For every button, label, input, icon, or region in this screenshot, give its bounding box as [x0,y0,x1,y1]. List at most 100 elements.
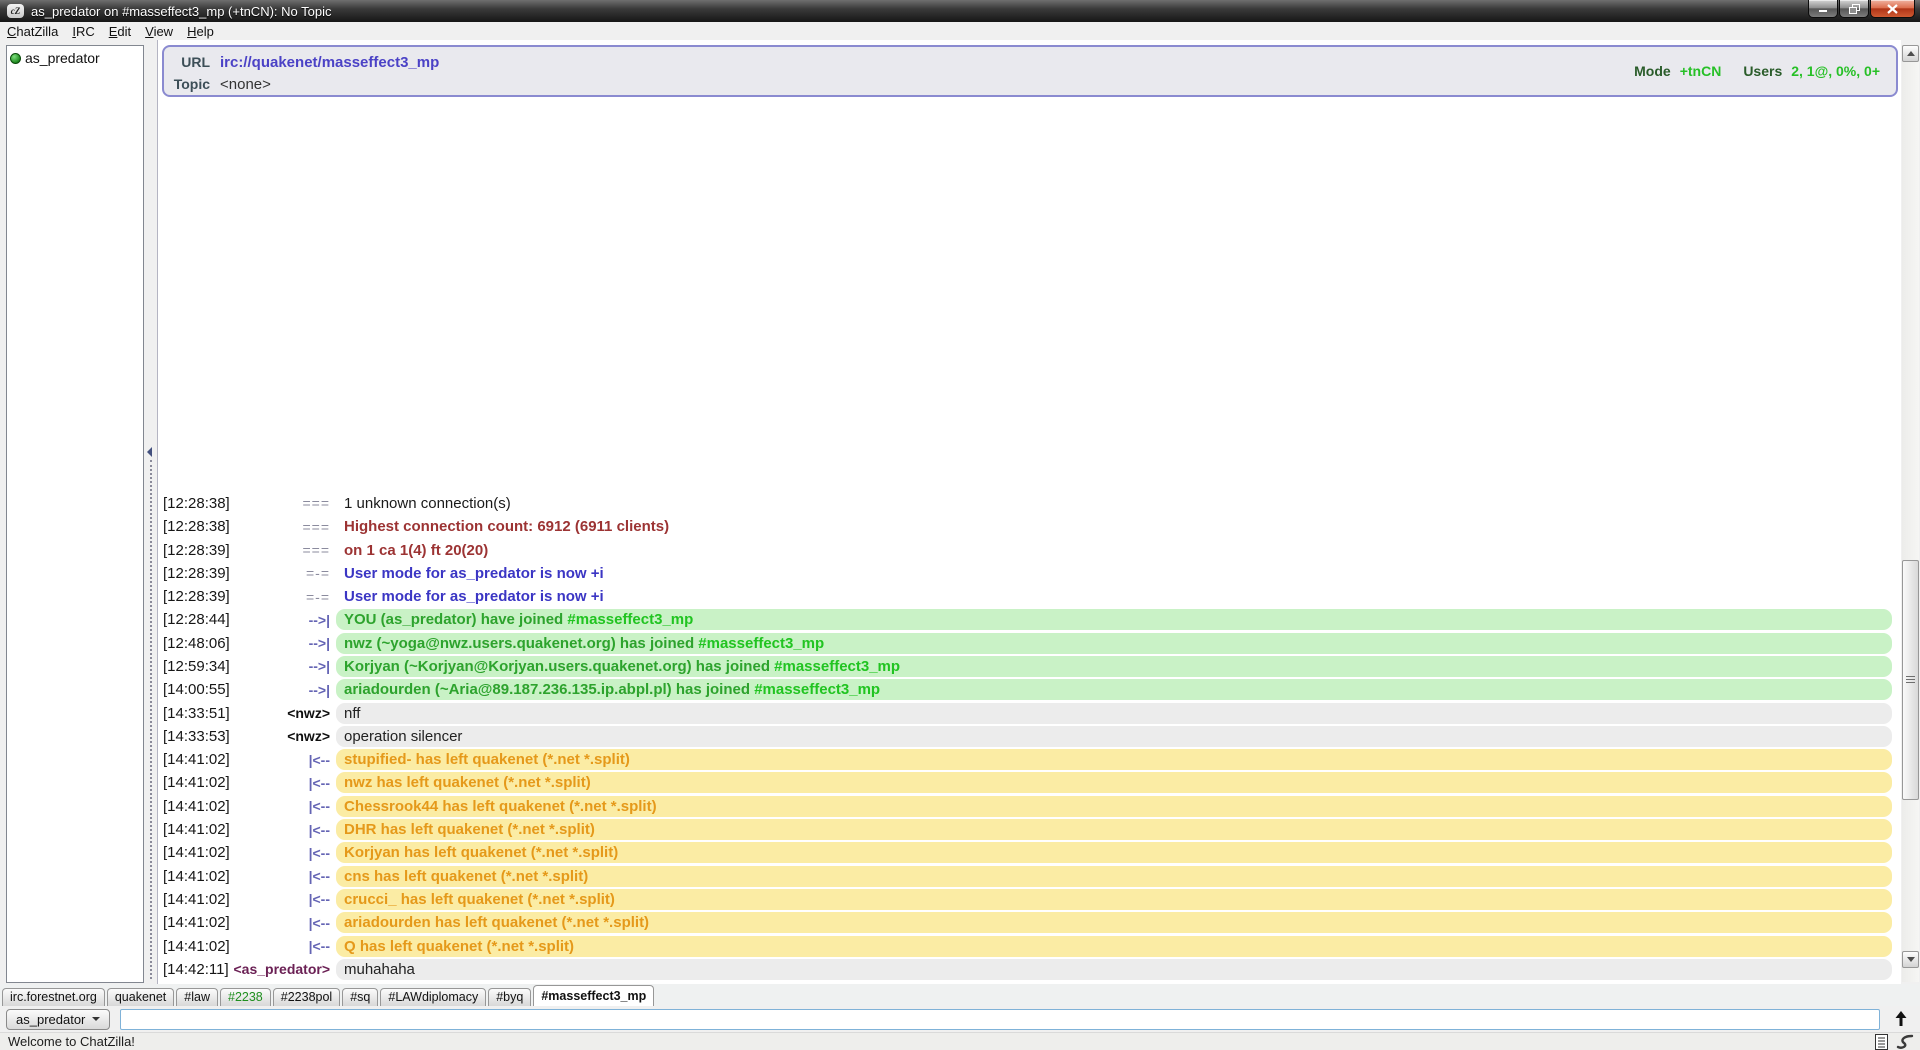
channel-link[interactable]: #masseffect3_mp [774,658,900,675]
document-icon[interactable] [1874,1034,1889,1050]
url-label: URL [170,54,210,70]
splitter-grip[interactable] [150,460,152,979]
message-marker: === [233,495,330,511]
message-timestamp: [14:41:02] [163,891,233,908]
message-timestamp: [14:41:02] [163,774,233,791]
restore-icon [1849,4,1860,14]
message-timestamp: [14:33:51] [163,705,233,722]
scrollbar-thumb[interactable] [1902,560,1919,800]
message-marker: -->| [233,682,330,698]
message-timestamp: [14:41:02] [163,821,233,838]
message-row: [14:42:11]<as_predator>muhahaha [158,958,1901,981]
message-log: [12:28:38]===1 unknown connection(s)[12:… [158,492,1901,981]
scroll-down-button[interactable] [1902,951,1919,968]
tab-quakenet[interactable]: quakenet [107,988,174,1006]
users-count: 2, 1@, 0%, 0+ [1791,63,1880,79]
message-row: [14:41:02]|<--Korjyan has left quakenet … [158,841,1901,864]
message-timestamp: [14:41:02] [163,751,233,768]
message-timestamp: [12:28:39] [163,588,233,605]
user-list-panel: as_predator [6,45,144,983]
message-row: [12:28:38]===Highest connection count: 6… [158,515,1901,538]
message-marker: -->| [233,635,330,651]
message-marker: |<-- [233,891,330,907]
message-row: [14:41:02]|<--Chessrook44 has left quake… [158,795,1901,818]
message-timestamp: [12:48:06] [163,635,233,652]
tab--2238pol[interactable]: #2238pol [273,988,340,1006]
scroll-up-button[interactable] [1902,45,1919,62]
message-timestamp: [14:41:02] [163,938,233,955]
minimize-button[interactable] [1808,0,1838,18]
message-marker: =-= [233,589,330,605]
message-text: User mode for as_predator is now +i [336,586,1892,607]
message-marker: === [233,542,330,558]
menu-item-irc[interactable]: IRC [65,23,101,40]
chat-scrollbar[interactable] [1902,45,1919,982]
message-row: [14:41:02]|<--cns has left quakenet (*.n… [158,865,1901,888]
user-list-item[interactable]: as_predator [7,46,143,70]
close-icon [1887,4,1898,14]
tab--masseffect3-mp[interactable]: #masseffect3_mp [533,985,654,1006]
channel-link[interactable]: #masseffect3_mp [567,611,693,628]
menu-item-help[interactable]: Help [180,23,221,40]
message-text: Q has left quakenet (*.net *.split) [336,936,1892,957]
channel-url-link[interactable]: irc://quakenet/masseffect3_mp [220,54,439,71]
message-text: Korjyan has left quakenet (*.net *.split… [336,842,1892,863]
menu-item-edit[interactable]: Edit [102,23,138,40]
message-timestamp: [14:41:02] [163,868,233,885]
message-row: [14:00:55]-->|ariadourden (~Aria@89.187.… [158,678,1901,701]
channel-stats: Mode +tnCN Users 2, 1@, 0%, 0+ [1634,47,1880,95]
status-bar: Welcome to ChatZilla! [0,1032,1920,1050]
message-row: [12:28:39]=-= User mode for as_predator i… [158,585,1901,608]
chatzilla-logo-icon: cZ [7,4,24,18]
title-bar: cZ as_predator on #masseffect3_mp (+tnCN… [0,0,1920,22]
message-text: Highest connection count: 6912 (6911 cli… [336,516,1892,537]
message-text: on 1 ca 1(4) ft 20(20) [336,540,1892,561]
user-status-icon [10,53,21,64]
menu-bar: ChatZillaIRCEditViewHelp [0,22,1920,41]
tab--sq[interactable]: #sq [342,988,378,1006]
message-row: [14:41:02]|<--DHR has left quakenet (*.n… [158,818,1901,841]
panel-splitter[interactable] [146,45,156,983]
message-text: YOU (as_predator) have joined #masseffec… [336,609,1892,630]
users-label: Users [1743,63,1782,79]
menu-item-chatzilla[interactable]: ChatZilla [0,23,65,40]
message-text: 1 unknown connection(s) [336,493,1892,514]
mode-value: +tnCN [1680,63,1722,79]
message-text: nwz (~yoga@nwz.users.quakenet.org) has j… [336,633,1892,654]
chat-panel: URL irc://quakenet/masseffect3_mp Topic … [157,40,1901,984]
channel-link[interactable]: #masseffect3_mp [698,635,824,652]
tab--law[interactable]: #law [176,988,218,1006]
restore-button[interactable] [1839,0,1869,18]
menu-item-view[interactable]: View [138,23,180,40]
message-timestamp: [12:28:39] [163,565,233,582]
channel-link[interactable]: #masseffect3_mp [754,681,880,698]
message-timestamp: [14:42:11] [163,961,233,978]
message-text: User mode for as_predator is now +i [336,563,1892,584]
message-text: nff [336,703,1892,724]
message-nick: <nwz> [233,705,330,721]
expand-input-button[interactable] [1890,1008,1912,1030]
tab--lawdiplomacy[interactable]: #LAWdiplomacy [380,988,486,1006]
squiggle-icon[interactable] [1896,1034,1914,1050]
message-marker: -->| [233,658,330,674]
topic-label: Topic [170,76,210,92]
tab--2238[interactable]: #2238 [220,988,271,1006]
message-marker: |<-- [233,752,330,768]
message-input[interactable] [120,1009,1880,1030]
message-row: [14:41:02]|<--ariadourden has left quake… [158,911,1901,934]
message-timestamp: [14:41:02] [163,914,233,931]
scrollbar-grip-icon [1906,676,1915,684]
message-timestamp: [12:28:38] [163,518,233,535]
message-row: [12:48:06]-->| nwz (~yoga@nwz.users.quake… [158,632,1901,655]
message-marker: |<-- [233,822,330,838]
message-row: [12:28:39]=-=User mode for as_predator i… [158,562,1901,585]
tab-irc-forestnet-org[interactable]: irc.forestnet.org [2,988,105,1006]
message-timestamp: [12:28:38] [163,495,233,512]
message-marker: -->| [233,612,330,628]
chevron-down-icon [92,1017,100,1021]
tab--byq[interactable]: #byq [488,988,531,1006]
nickname-button[interactable]: as_predator [6,1009,110,1030]
message-text: stupified- has left quakenet (*.net *.sp… [336,749,1892,770]
splitter-collapse-icon[interactable] [147,447,152,457]
close-button[interactable] [1870,0,1915,18]
